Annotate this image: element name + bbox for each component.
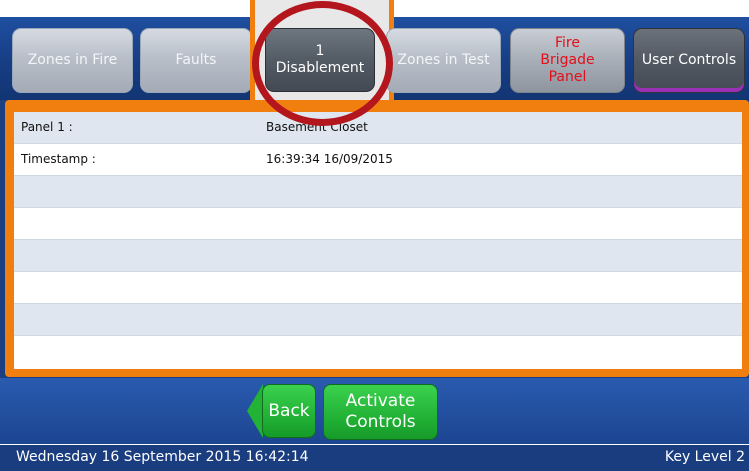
tab-zones-in-fire[interactable]: Zones in Fire — [12, 28, 133, 93]
table-row — [14, 304, 742, 336]
row-label: Timestamp : — [21, 152, 96, 166]
tab-fire-brigade-line2: Brigade — [540, 52, 595, 68]
table-row — [14, 176, 742, 208]
tab-disablement-label: Disablement — [275, 60, 365, 76]
status-key-level: Key Level 2 — [664, 449, 745, 465]
tab-fire-brigade-panel[interactable]: Fire Brigade Panel — [510, 28, 625, 93]
tab-fire-brigade-line3: Panel — [548, 69, 587, 85]
back-button-label: Back — [268, 401, 310, 421]
activate-controls-line2: Controls — [345, 412, 416, 432]
row-value: Basement Closet — [266, 120, 368, 134]
table-row: Panel 1 : Basement Closet — [14, 112, 742, 144]
back-arrow-icon[interactable] — [247, 384, 263, 438]
tab-faults[interactable]: Faults — [140, 28, 252, 93]
table-row — [14, 240, 742, 272]
activate-controls-line1: Activate — [345, 391, 416, 411]
back-button[interactable]: Back — [262, 384, 316, 438]
table-row — [14, 208, 742, 240]
tab-zones-in-test-label: Zones in Test — [397, 52, 490, 68]
status-datetime: Wednesday 16 September 2015 16:42:14 — [16, 449, 309, 465]
activate-controls-button[interactable]: Activate Controls — [323, 384, 438, 440]
row-value: 16:39:34 16/09/2015 — [266, 152, 393, 166]
table-row — [14, 272, 742, 304]
table-row — [14, 336, 742, 368]
tab-zones-in-fire-label: Zones in Fire — [27, 52, 118, 68]
tab-user-controls-label: User Controls — [641, 52, 737, 68]
bottom-action-bar: Back Activate Controls — [0, 378, 749, 444]
content-frame: Panel 1 : Basement Closet Timestamp : 16… — [0, 100, 749, 380]
tab-fire-brigade-line1: Fire — [555, 35, 580, 51]
tab-zones-in-test[interactable]: Zones in Test — [386, 28, 501, 93]
status-bar: Wednesday 16 September 2015 16:42:14 Key… — [0, 445, 749, 471]
table-row: Timestamp : 16:39:34 16/09/2015 — [14, 144, 742, 176]
tab-disablement-count: 1 — [315, 43, 325, 59]
row-label: Panel 1 : — [21, 120, 73, 134]
tab-user-controls[interactable]: User Controls — [633, 28, 745, 93]
tab-disablement[interactable]: 1 Disablement — [265, 28, 375, 92]
tab-faults-label: Faults — [175, 52, 217, 68]
details-table: Panel 1 : Basement Closet Timestamp : 16… — [14, 112, 742, 369]
